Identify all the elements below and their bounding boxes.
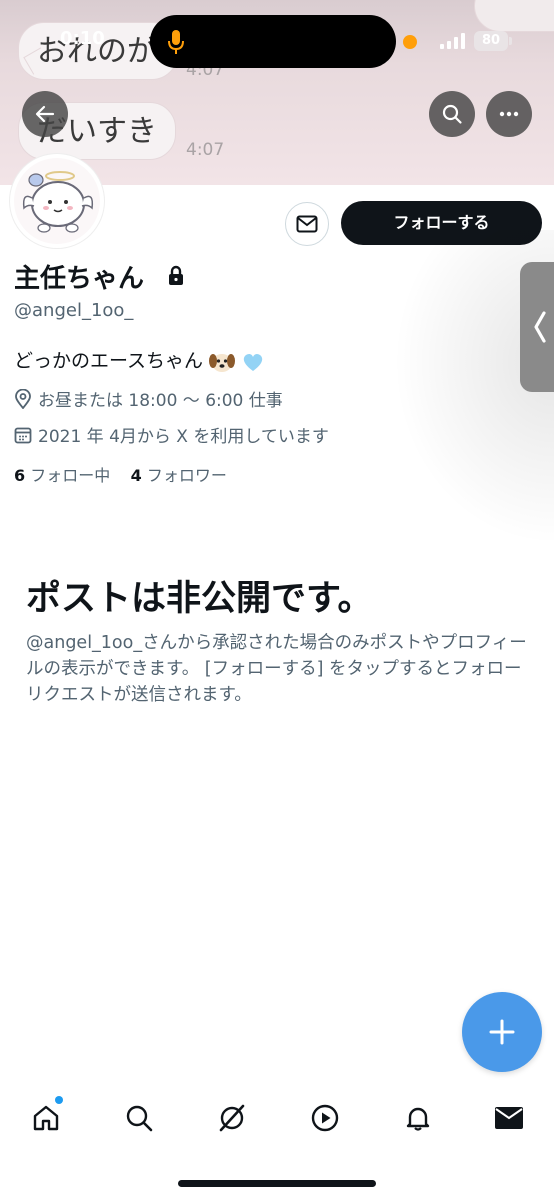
battery-indicator: 80 (474, 31, 508, 51)
light-blue-heart-icon (243, 353, 263, 371)
search-button[interactable] (429, 91, 475, 137)
bio-text: どっかのエースちゃん (14, 350, 204, 372)
mail-icon (495, 1107, 523, 1129)
tab-messages[interactable] (481, 1090, 537, 1146)
dynamic-island (150, 15, 396, 68)
angel-mascot-avatar (14, 158, 100, 244)
following-link[interactable]: 6 フォロー中 (14, 466, 110, 485)
side-panel-tab[interactable] (520, 262, 554, 392)
bio: どっかのエースちゃん (14, 346, 265, 374)
more-button[interactable] (486, 91, 532, 137)
tab-grok[interactable] (204, 1090, 260, 1146)
grok-icon (219, 1104, 245, 1132)
arrow-left-icon (35, 105, 55, 123)
home-notification-dot (55, 1096, 63, 1104)
search-icon (126, 1105, 153, 1132)
chat-time: 4:07 (186, 140, 225, 160)
followers-label: フォロワー (146, 466, 227, 485)
chat-bubble-partial (474, 0, 554, 32)
avatar[interactable] (10, 154, 104, 248)
followers-count: 4 (130, 466, 142, 485)
search-icon (442, 104, 462, 124)
chevron-left-icon (534, 311, 546, 343)
location-text: お昼または 18:00 〜 6:00 仕事 (38, 391, 283, 411)
user-handle: @angel_1oo_ (14, 300, 134, 321)
private-title: ポストは非公開です。 (26, 579, 373, 619)
followers-link[interactable]: 4 フォロワー (131, 466, 227, 485)
status-time: 0:10 (60, 28, 105, 49)
battery-level: 80 (481, 33, 501, 48)
display-name: 主任ちゃん (14, 264, 145, 294)
following-count: 6 (14, 466, 26, 485)
mail-icon (296, 215, 318, 233)
message-button[interactable] (285, 202, 329, 246)
location-pin-icon (15, 388, 31, 409)
signal-icon (440, 33, 465, 49)
back-button[interactable] (22, 91, 68, 137)
tab-notifications[interactable] (390, 1090, 446, 1146)
tab-home[interactable] (18, 1090, 74, 1146)
follow-stats: 6 フォロー中 4 フォロワー (14, 462, 227, 486)
plus-icon (489, 1019, 515, 1045)
join-date-text: 2021 年 4月から X を利用しています (38, 427, 329, 447)
tab-search[interactable] (111, 1090, 167, 1146)
compose-button[interactable] (462, 992, 542, 1072)
join-date-row: 2021 年 4月から X を利用しています (14, 422, 329, 447)
more-icon (499, 111, 519, 117)
recording-indicator (403, 35, 417, 49)
following-label: フォロー中 (30, 466, 111, 485)
lock-icon (169, 265, 183, 285)
location-row: お昼または 18:00 〜 6:00 仕事 (14, 386, 283, 411)
battery-nub (509, 37, 512, 45)
play-circle-icon (311, 1104, 339, 1132)
home-icon (33, 1105, 59, 1131)
private-body: @angel_1oo_さんから承認された場合のみポストやプロフィールの表示ができ… (26, 633, 527, 705)
tab-video[interactable] (297, 1090, 353, 1146)
dog-face-icon (209, 353, 236, 372)
bottom-nav (0, 1090, 554, 1146)
calendar-icon (14, 427, 32, 443)
home-indicator (178, 1180, 376, 1187)
microphone-icon (168, 30, 184, 54)
bell-icon (406, 1107, 430, 1131)
